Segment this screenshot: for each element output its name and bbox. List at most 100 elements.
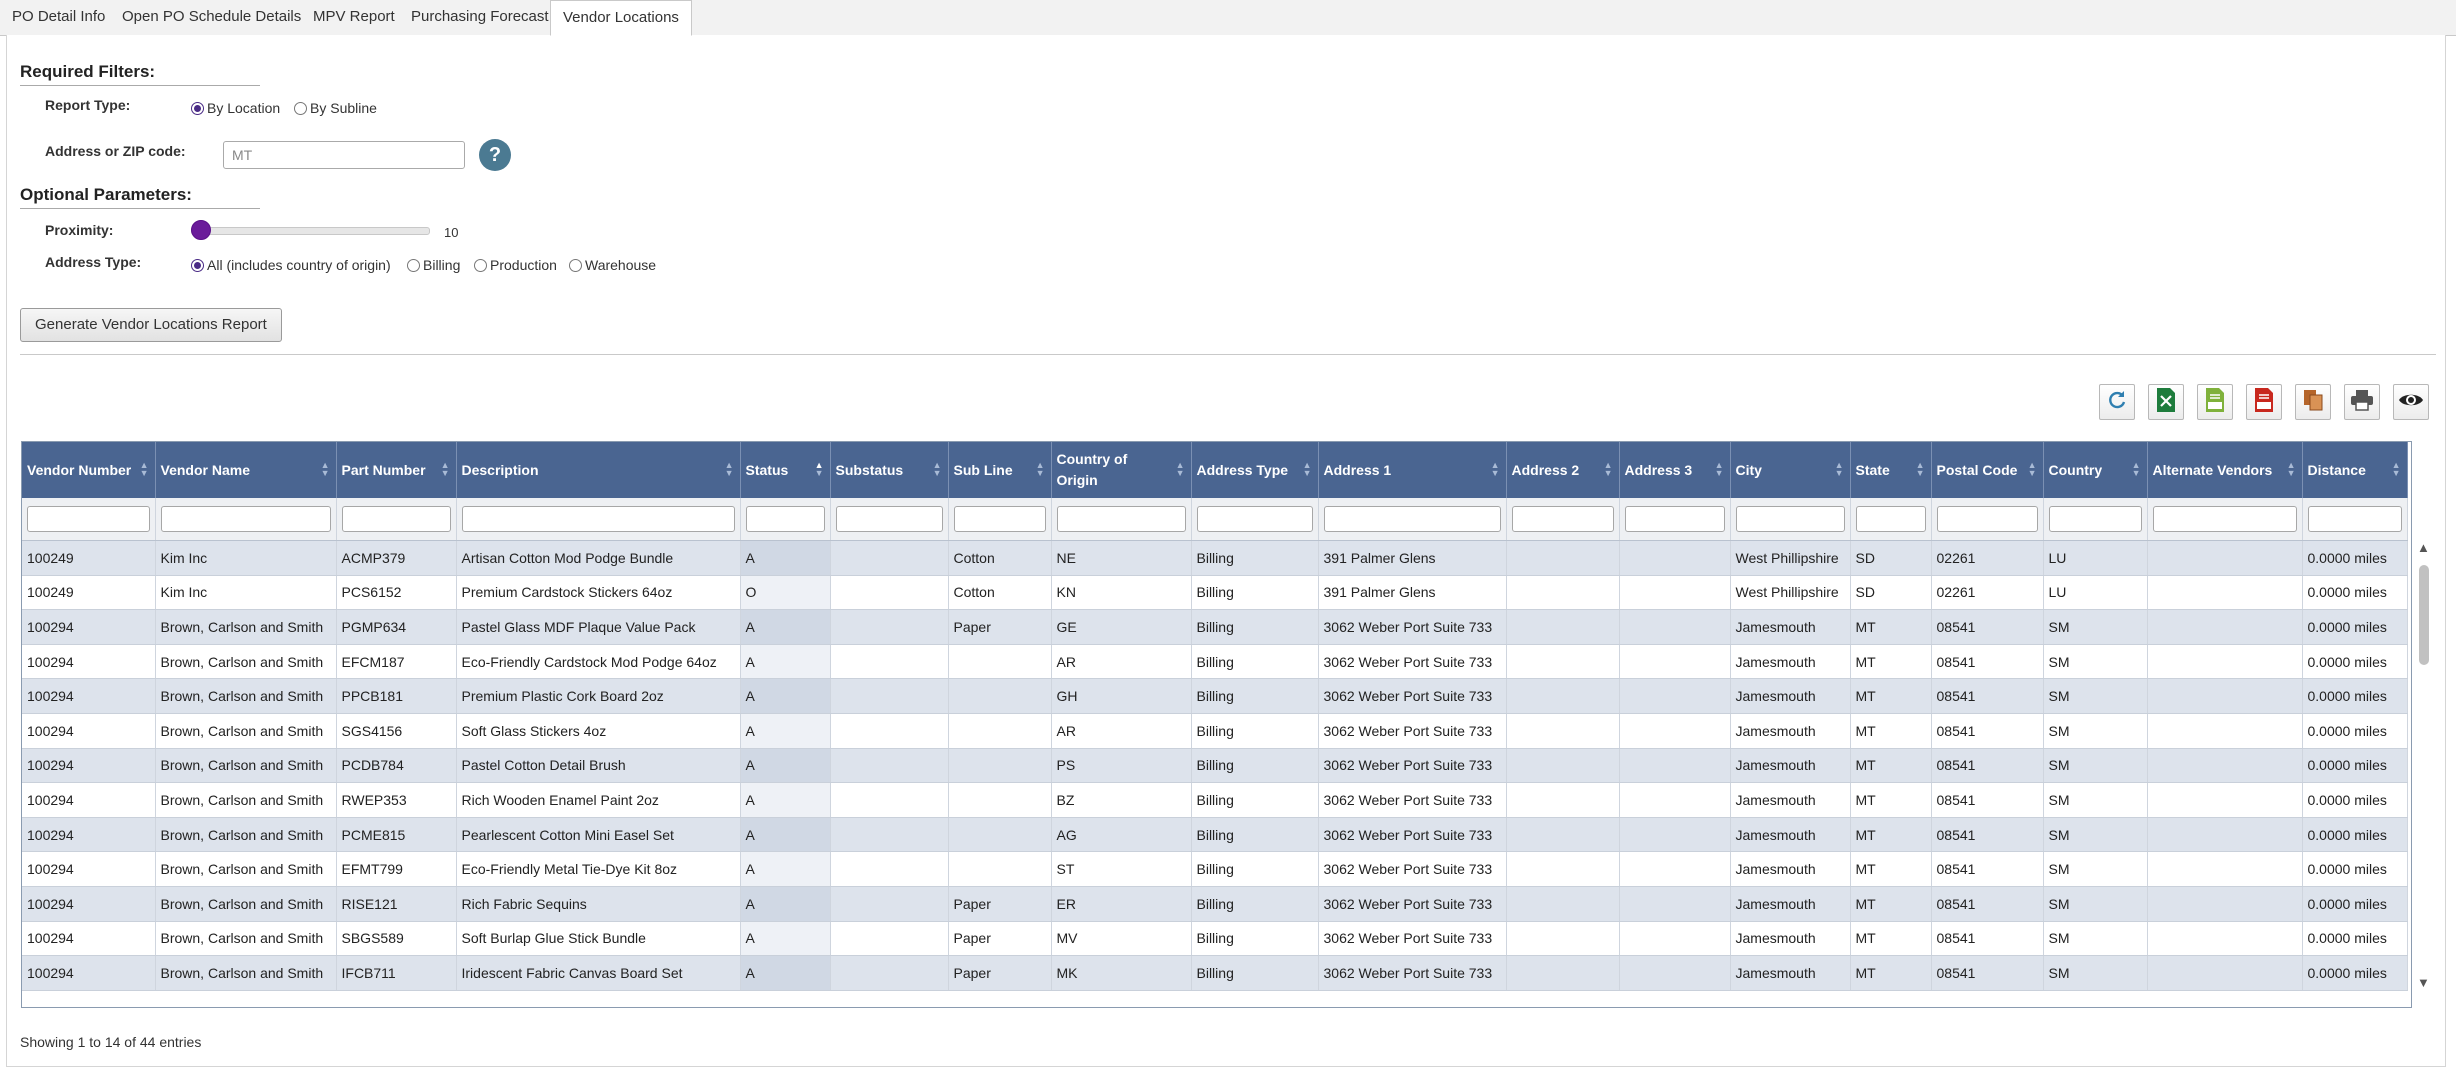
filter-input-address-3[interactable] — [1624, 506, 1725, 532]
filter-input-address-2[interactable] — [1511, 506, 1614, 532]
column-header-country[interactable]: Country ▲ ▼ — [2043, 442, 2148, 498]
column-header-sub-line[interactable]: Sub Line ▲ ▼ — [948, 442, 1052, 498]
tab-vendor-locations[interactable]: Vendor Locations — [550, 0, 692, 36]
pdf-export-button[interactable] — [2246, 384, 2282, 420]
table-row[interactable]: 100294 Brown, Carlson and Smith IFCB711 Iri… — [22, 955, 2408, 991]
generate-report-button[interactable]: Generate Vendor Locations Report — [20, 308, 282, 342]
address-type-production-option[interactable]: Production — [474, 257, 557, 273]
column-header-address-3[interactable]: Address 3 ▲ ▼ — [1619, 442, 1731, 498]
filter-input-postal-code[interactable] — [1936, 506, 2038, 532]
sort-icon[interactable]: ▲ ▼ — [140, 461, 149, 478]
column-header-country-of-origin[interactable]: Country of Origin ▲ ▼ — [1051, 442, 1192, 498]
table-row[interactable]: 100294 Brown, Carlson and Smith SBGS589 Sof… — [22, 921, 2408, 957]
table-row[interactable]: 100294 Brown, Carlson and Smith PCME815 Pea… — [22, 817, 2408, 853]
address-type-warehouse-radio[interactable] — [569, 258, 582, 272]
sort-icon[interactable]: ▲ ▼ — [1604, 461, 1613, 478]
report-type-by-subline-option[interactable]: By Subline — [294, 100, 377, 116]
scroll-up-arrow-icon[interactable]: ▲ — [2417, 540, 2430, 555]
filter-input-status[interactable] — [745, 506, 825, 532]
sort-icon[interactable]: ▲ ▼ — [933, 461, 942, 478]
column-header-vendor-name[interactable]: Vendor Name ▲ ▼ — [155, 442, 337, 498]
address-type-warehouse-option[interactable]: Warehouse — [569, 257, 656, 273]
table-row[interactable]: 100294 Brown, Carlson and Smith PCDB784 Pas… — [22, 748, 2408, 784]
column-header-address-1[interactable]: Address 1 ▲ ▼ — [1318, 442, 1507, 498]
sort-icon[interactable]: ▲ ▼ — [2392, 461, 2401, 478]
table-row[interactable]: 100249 Kim Inc ACMP379 Artisan Cotton Mod P… — [22, 540, 2408, 576]
address-type-billing-radio[interactable] — [407, 258, 420, 272]
address-zip-input[interactable]: MT — [223, 141, 465, 169]
address-type-all-option[interactable]: All (includes country of origin) — [191, 257, 391, 273]
sort-icon[interactable]: ▲ ▼ — [1303, 461, 1312, 478]
column-visibility-button[interactable] — [2393, 384, 2429, 420]
filter-input-state[interactable] — [1855, 506, 1926, 532]
tab-purchasing-forecast[interactable]: Purchasing Forecast — [399, 0, 561, 34]
report-type-by-location-option[interactable]: By Location — [191, 100, 280, 116]
sort-icon[interactable]: ▲ ▼ — [2132, 461, 2141, 478]
filter-input-sub-line[interactable] — [953, 506, 1046, 532]
filter-input-part-number[interactable] — [341, 506, 451, 532]
table-row[interactable]: 100294 Brown, Carlson and Smith SGS4156 Sof… — [22, 713, 2408, 749]
sort-icon[interactable]: ▲ ▼ — [1916, 461, 1925, 478]
sort-icon[interactable]: ▲ ▼ — [2028, 461, 2037, 478]
column-header-vendor-number[interactable]: Vendor Number ▲ ▼ — [22, 442, 156, 498]
column-header-distance[interactable]: Distance ▲ ▼ — [2302, 442, 2408, 498]
copy-button[interactable] — [2295, 384, 2331, 420]
column-header-status[interactable]: Status ▲ ▼ — [740, 442, 831, 498]
scroll-down-arrow-icon[interactable]: ▼ — [2417, 975, 2430, 990]
report-type-by-subline-radio[interactable] — [294, 101, 307, 115]
column-header-postal-code[interactable]: Postal Code ▲ ▼ — [1931, 442, 2044, 498]
table-row[interactable]: 100294 Brown, Carlson and Smith EFCM187 Eco… — [22, 644, 2408, 680]
scrollbar-thumb[interactable] — [2419, 565, 2429, 665]
address-type-production-radio[interactable] — [474, 258, 487, 272]
table-vertical-scrollbar[interactable]: ▲ ▼ — [2414, 540, 2434, 995]
sort-icon[interactable]: ▲ ▼ — [2287, 461, 2296, 478]
table-row[interactable]: 100249 Kim Inc PCS6152 Premium Cardstock St… — [22, 575, 2408, 611]
column-header-address-type[interactable]: Address Type ▲ ▼ — [1191, 442, 1319, 498]
filter-input-alternate-vendors[interactable] — [2152, 506, 2297, 532]
report-type-by-location-radio[interactable] — [191, 101, 204, 115]
sort-icon[interactable]: ▲ ▼ — [1036, 461, 1045, 478]
table-row[interactable]: 100294 Brown, Carlson and Smith EFMT799 Eco… — [22, 851, 2408, 887]
sort-icon[interactable]: ▲ ▼ — [1715, 461, 1724, 478]
tab-mpv-report[interactable]: MPV Report — [301, 0, 407, 34]
table-row[interactable]: 100294 Brown, Carlson and Smith PPCB181 Pre… — [22, 678, 2408, 714]
column-header-address-2[interactable]: Address 2 ▲ ▼ — [1506, 442, 1620, 498]
sort-ascending-icon[interactable]: ▲ ▼ — [815, 461, 824, 478]
print-button[interactable] — [2344, 384, 2380, 420]
column-header-city[interactable]: City ▲ ▼ — [1730, 442, 1851, 498]
filter-input-city[interactable] — [1735, 506, 1845, 532]
column-header-state[interactable]: State ▲ ▼ — [1850, 442, 1932, 498]
column-header-substatus[interactable]: Substatus ▲ ▼ — [830, 442, 949, 498]
filter-input-country[interactable] — [2048, 506, 2142, 532]
filter-input-substatus[interactable] — [835, 506, 943, 532]
refresh-button[interactable] — [2099, 384, 2135, 420]
column-header-description[interactable]: Description ▲ ▼ — [456, 442, 741, 498]
filter-input-vendor-number[interactable] — [27, 506, 150, 532]
filter-input-address-1[interactable] — [1323, 506, 1501, 532]
tab-open-po-schedule-details[interactable]: Open PO Schedule Details — [110, 0, 313, 34]
sort-icon[interactable]: ▲ ▼ — [321, 461, 330, 478]
column-header-part-number[interactable]: Part Number ▲ ▼ — [336, 442, 457, 498]
filter-input-distance[interactable] — [2307, 506, 2402, 532]
sort-icon[interactable]: ▲ ▼ — [725, 461, 734, 478]
tab-po-detail-info[interactable]: PO Detail Info — [0, 0, 117, 34]
csv-export-button[interactable] — [2197, 384, 2233, 420]
table-row[interactable]: 100294 Brown, Carlson and Smith RISE121 Ric… — [22, 886, 2408, 922]
proximity-slider-handle[interactable] — [191, 220, 211, 240]
proximity-slider-track[interactable] — [191, 227, 430, 235]
filter-input-vendor-name[interactable] — [160, 506, 331, 532]
sort-icon[interactable]: ▲ ▼ — [1491, 461, 1500, 478]
filter-input-description[interactable] — [461, 506, 735, 532]
excel-export-button[interactable] — [2148, 384, 2184, 420]
table-row[interactable]: 100294 Brown, Carlson and Smith RWEP353 Ric… — [22, 782, 2408, 818]
column-header-alternate-vendors[interactable]: Alternate Vendors ▲ ▼ — [2147, 442, 2303, 498]
filter-input-country-of-origin[interactable] — [1056, 506, 1186, 532]
address-type-all-radio[interactable] — [191, 258, 204, 272]
filter-input-address-type[interactable] — [1196, 506, 1313, 532]
sort-icon[interactable]: ▲ ▼ — [441, 461, 450, 478]
sort-icon[interactable]: ▲ ▼ — [1176, 461, 1185, 478]
table-row[interactable]: 100294 Brown, Carlson and Smith PGMP634 Pas… — [22, 609, 2408, 645]
sort-icon[interactable]: ▲ ▼ — [1835, 461, 1844, 478]
address-type-billing-option[interactable]: Billing — [407, 257, 460, 273]
help-icon[interactable]: ? — [479, 139, 511, 171]
